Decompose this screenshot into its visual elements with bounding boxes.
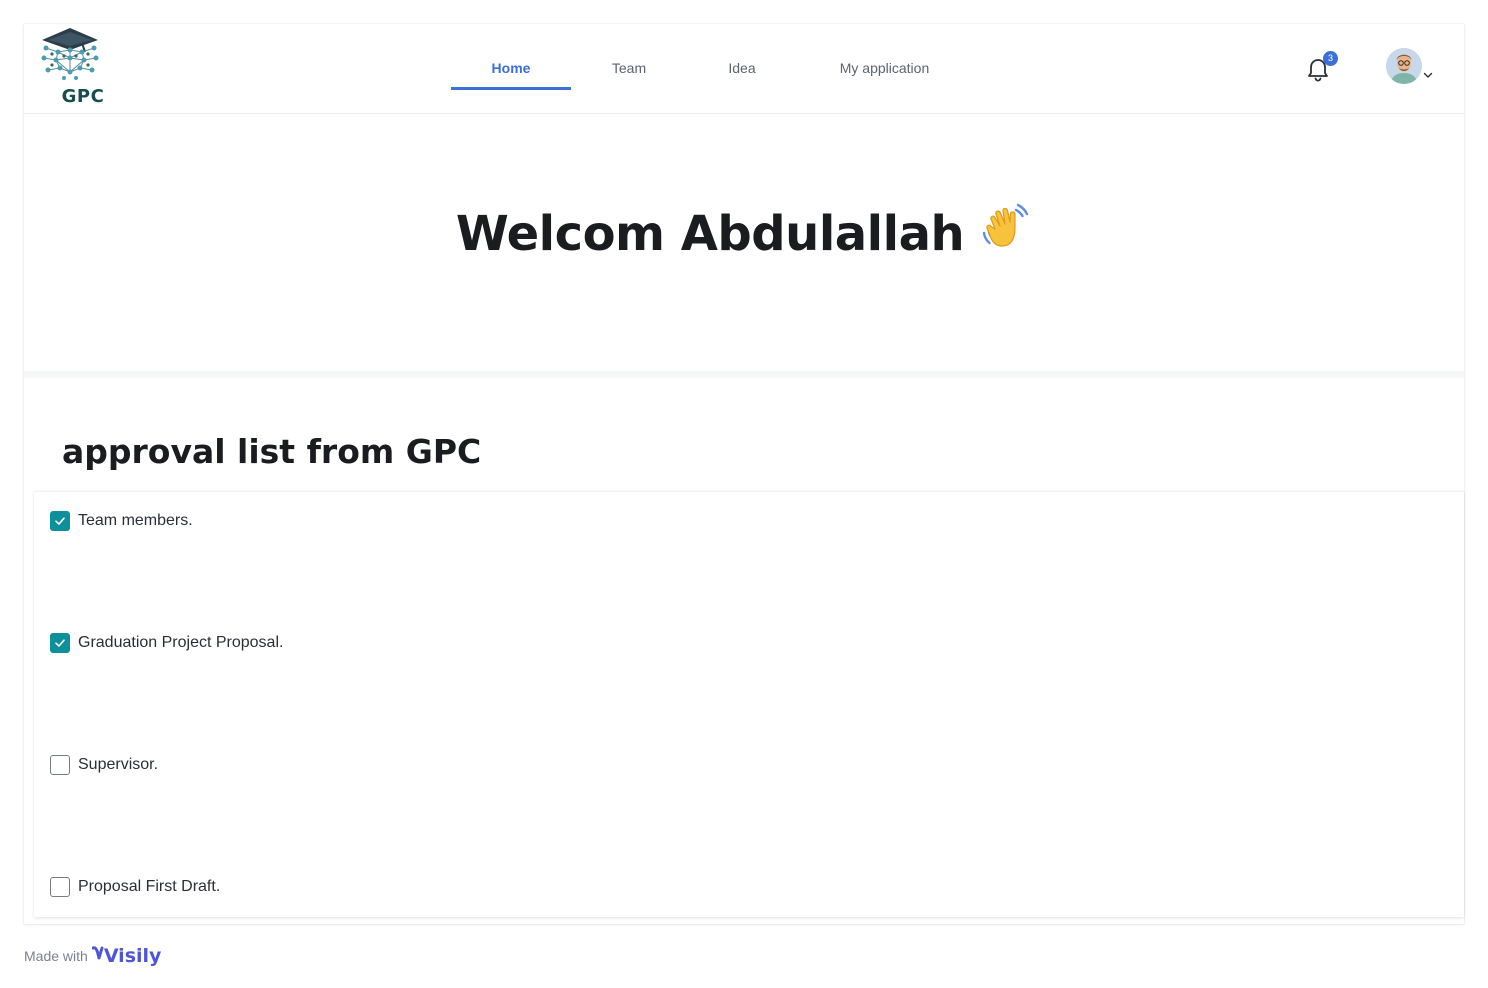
approval-checklist: Team members. Graduation Project Proposa…	[34, 491, 1464, 917]
checkbox-unchecked[interactable]	[50, 755, 70, 775]
gpc-logo[interactable]: GPC	[38, 26, 104, 108]
checklist-item-team-members[interactable]: Team members.	[50, 510, 193, 532]
checkbox-unchecked[interactable]	[50, 877, 70, 897]
app-frame: GPC Home Team Idea My application 3 Welc…	[24, 24, 1464, 924]
checkbox-checked[interactable]	[50, 633, 70, 653]
visily-brand-text: Visily	[103, 945, 162, 967]
checklist-label: Team members.	[78, 512, 193, 529]
welcome-text: Welcom Abdulallah	[455, 206, 965, 262]
checklist-item-project-proposal[interactable]: Graduation Project Proposal.	[50, 632, 283, 654]
made-with-footer[interactable]: Made with Visily	[24, 940, 161, 972]
tab-my-application[interactable]: My application	[797, 24, 972, 114]
approvals-section: approval list from GPC Team members. Gra…	[24, 378, 1464, 924]
logo-text: GPC	[61, 86, 105, 107]
check-icon	[55, 517, 65, 525]
checklist-item-first-draft[interactable]: Proposal First Draft.	[50, 876, 220, 898]
waving-hand-icon	[978, 199, 1032, 265]
visily-v-icon	[91, 946, 104, 960]
top-navbar: GPC Home Team Idea My application 3	[24, 24, 1464, 114]
checklist-item-supervisor[interactable]: Supervisor.	[50, 754, 158, 776]
checklist-label: Supervisor.	[78, 756, 159, 773]
main-nav: Home Team Idea My application	[451, 24, 972, 114]
check-icon	[55, 639, 65, 647]
visily-logo: Visily	[91, 945, 162, 967]
checklist-label: Graduation Project Proposal.	[78, 634, 284, 651]
tab-idea[interactable]: Idea	[687, 24, 797, 114]
welcome-panel: Welcom Abdulallah	[24, 114, 1464, 371]
made-with-text: Made with	[24, 948, 88, 964]
avatar[interactable]	[1386, 48, 1422, 84]
chevron-down-icon[interactable]	[1422, 68, 1434, 80]
graduation-cap-network-icon	[41, 28, 99, 80]
notification-badge: 3	[1323, 51, 1338, 66]
welcome-heading: Welcom Abdulallah	[24, 203, 1464, 265]
approvals-title: approval list from GPC	[62, 432, 482, 471]
tab-home[interactable]: Home	[451, 24, 571, 114]
checkbox-checked[interactable]	[50, 511, 70, 531]
checklist-label: Proposal First Draft.	[78, 878, 221, 895]
tab-team[interactable]: Team	[571, 24, 687, 114]
user-avatar-icon	[1386, 48, 1422, 84]
